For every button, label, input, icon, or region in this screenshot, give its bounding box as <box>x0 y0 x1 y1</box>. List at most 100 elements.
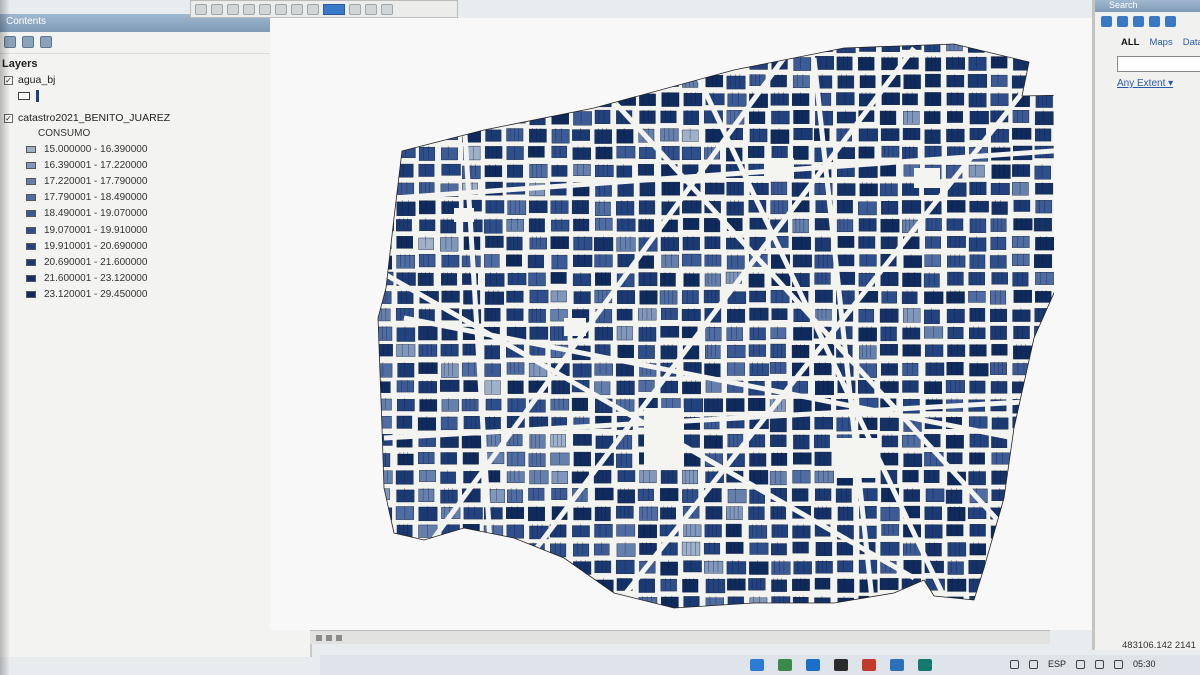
map-view[interactable] <box>270 18 1092 630</box>
parcel-block <box>924 291 944 304</box>
parcel-block <box>1035 291 1052 303</box>
parcel-block <box>440 452 457 465</box>
tab-data[interactable]: Data <box>1183 37 1200 48</box>
parcel-block <box>991 542 1010 555</box>
refresh-icon[interactable] <box>336 634 342 641</box>
taskbar-app-icon[interactable] <box>862 659 876 671</box>
taskbar-app-icon[interactable] <box>750 659 764 671</box>
tab-all[interactable]: ALL <box>1121 37 1139 48</box>
legend-swatch[interactable] <box>26 210 36 218</box>
parcel-block <box>638 219 654 233</box>
cloud-icon[interactable] <box>1029 659 1038 669</box>
parcel-block <box>397 363 415 378</box>
tab-maps[interactable]: Maps <box>1149 37 1172 48</box>
parcel-block <box>661 44 679 53</box>
zoom-in-icon[interactable] <box>195 3 207 15</box>
data-view-icon[interactable] <box>316 634 322 641</box>
map-canvas[interactable] <box>314 18 1054 630</box>
wifi-icon[interactable] <box>1076 659 1086 669</box>
parcel-block <box>638 345 655 359</box>
volume-icon[interactable] <box>1095 659 1105 669</box>
back-extent-icon[interactable] <box>291 3 303 15</box>
forward-arrow-icon[interactable] <box>1117 16 1128 27</box>
parcel-block <box>946 44 963 52</box>
search-input[interactable] <box>1117 56 1200 72</box>
forward-extent-icon[interactable] <box>307 3 319 15</box>
parcel-block <box>704 254 722 267</box>
parcel-block <box>771 543 787 556</box>
parcel-block <box>771 146 788 160</box>
parcel-block <box>419 254 436 268</box>
legend-item: 18.490001 - 19.070000 <box>0 206 310 222</box>
legend-swatch[interactable] <box>26 177 36 185</box>
parcel-block <box>378 56 391 71</box>
layer-catastro[interactable]: ✓ catastro2021_BENITO_JUAREZ <box>0 110 310 126</box>
parcel-block <box>486 615 502 626</box>
layer-agua-bj[interactable]: ✓ agua_bj <box>0 72 310 88</box>
refresh-icon[interactable] <box>1149 16 1160 27</box>
legend-swatch[interactable] <box>26 161 36 169</box>
extent-dropdown[interactable]: Any Extent ▾ <box>1095 74 1200 93</box>
legend-swatch[interactable] <box>26 291 36 299</box>
parcel-block <box>441 559 460 574</box>
fixed-zoom-out-icon[interactable] <box>275 3 287 15</box>
taskbar-app-icon[interactable] <box>890 659 904 671</box>
select-features-icon[interactable] <box>323 3 345 15</box>
clock[interactable]: 05:30 <box>1133 659 1156 669</box>
taskbar-app-icon[interactable] <box>918 659 932 671</box>
back-arrow-icon[interactable] <box>1101 16 1112 27</box>
legend-swatch[interactable] <box>26 258 36 266</box>
taskbar-app-icon[interactable] <box>834 659 848 671</box>
options-icon[interactable] <box>1165 16 1176 27</box>
taskbar-app-icon[interactable] <box>778 659 792 671</box>
legend-swatch[interactable] <box>26 226 36 234</box>
legend-swatch[interactable] <box>26 145 36 153</box>
parcel-block <box>378 44 392 52</box>
zoom-out-icon[interactable] <box>211 3 223 15</box>
parcel-block <box>573 92 593 107</box>
home-icon[interactable] <box>1133 16 1144 27</box>
parcel-block <box>484 91 500 104</box>
parcel-block <box>903 308 921 323</box>
taskbar-app-icon[interactable] <box>806 659 820 671</box>
parcel-block <box>682 469 698 485</box>
find-icon[interactable] <box>365 3 377 15</box>
parcel-block <box>837 236 855 248</box>
parcel-block <box>594 93 612 108</box>
parcel-block <box>924 254 941 267</box>
parcel-block <box>594 109 611 124</box>
parcel-block <box>573 451 591 467</box>
parcel-block <box>1034 541 1051 555</box>
parcel-block <box>858 327 877 342</box>
parcel-block <box>551 488 568 500</box>
parcels-layer[interactable] <box>314 18 1054 630</box>
parcel-block <box>792 93 810 106</box>
full-extent-icon[interactable] <box>243 3 255 15</box>
parcel-block <box>463 615 479 629</box>
legend-swatch[interactable] <box>26 242 36 250</box>
layout-view-icon[interactable] <box>326 634 332 641</box>
parcel-block <box>837 597 854 608</box>
parcel-block <box>507 200 527 215</box>
parcel-block <box>683 524 702 537</box>
parcel-block <box>615 363 634 377</box>
chevron-up-icon[interactable] <box>1010 659 1019 669</box>
parcel-block <box>990 218 1007 232</box>
measure-icon[interactable] <box>381 3 393 15</box>
identify-icon[interactable] <box>349 3 361 15</box>
battery-icon[interactable] <box>1114 659 1124 669</box>
parcel-block <box>594 523 613 538</box>
legend-item: 15.000000 - 16.390000 <box>0 141 310 157</box>
list-by-visibility-icon[interactable] <box>40 36 52 48</box>
language-indicator[interactable]: ESP <box>1048 659 1066 669</box>
parcel-block <box>1013 543 1033 556</box>
list-by-source-icon[interactable] <box>22 36 34 48</box>
parcel-block <box>837 614 853 626</box>
parcel-block <box>1034 488 1051 503</box>
fixed-zoom-in-icon[interactable] <box>259 3 271 15</box>
legend-swatch[interactable] <box>26 275 36 283</box>
parcel-block <box>793 127 813 141</box>
parcel-block <box>440 44 459 52</box>
legend-swatch[interactable] <box>26 194 36 202</box>
pan-icon[interactable] <box>227 3 239 15</box>
